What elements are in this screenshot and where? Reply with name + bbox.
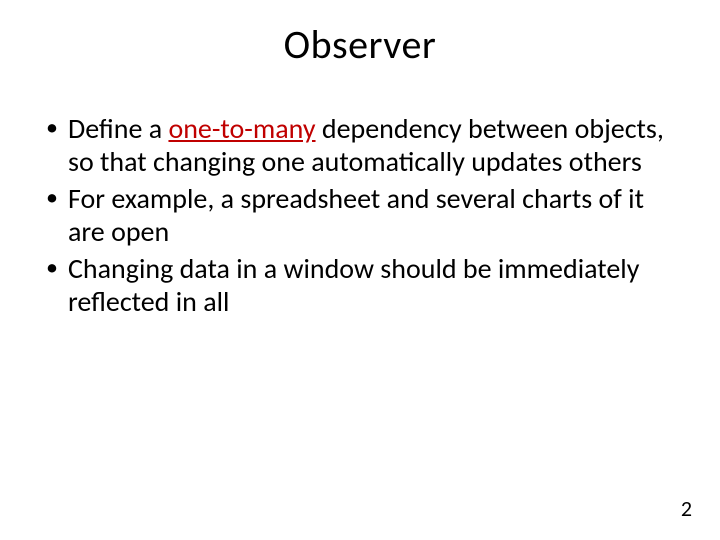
slide-body: Define a one-to-many dependency between … [40,112,680,322]
bullet-text-pre: Changing data in a window should be imme… [68,251,639,319]
bullet-text-pre: For example, a spreadsheet and several c… [68,181,644,249]
bullet-list: Define a one-to-many dependency between … [40,112,680,318]
page-number: 2 [681,495,692,522]
bullet-item: Changing data in a window should be imme… [40,252,680,318]
slide: Observer Define a one-to-many dependency… [0,0,720,540]
slide-title: Observer [0,20,720,69]
bullet-item: Define a one-to-many dependency between … [40,112,680,178]
bullet-item: For example, a spreadsheet and several c… [40,182,680,248]
bullet-highlight: one-to-many [168,111,315,146]
bullet-text-pre: Define a [68,111,168,146]
